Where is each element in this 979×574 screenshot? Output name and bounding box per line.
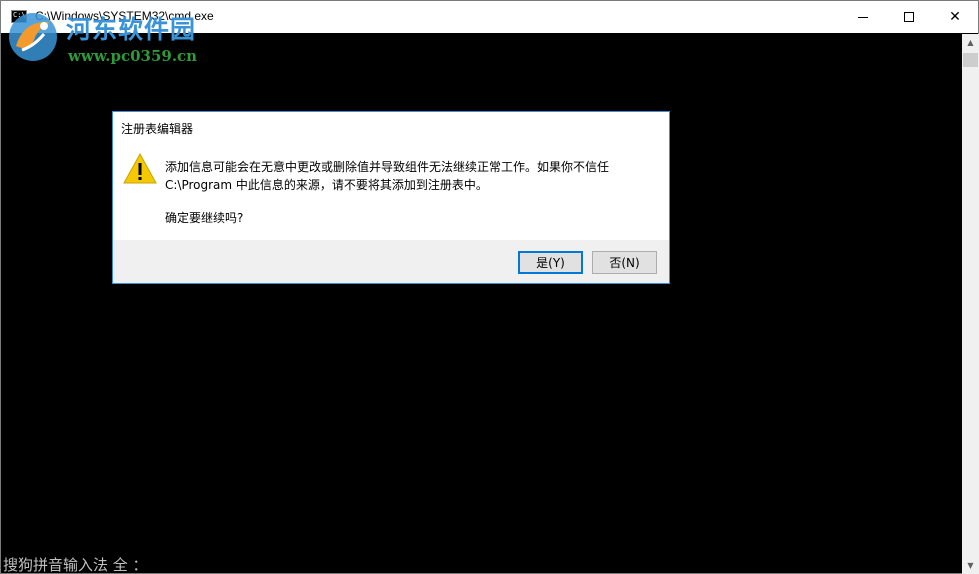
- dialog-message-line1: 添加信息可能会在无意中更改或删除值并导致组件无法继续正常工作。如果你不信任: [165, 160, 610, 174]
- minimize-icon: [858, 16, 868, 18]
- dialog-message-line2: C:\Program 中此信息的来源，请不要将其添加到注册表中。: [165, 178, 488, 192]
- cmd-window: C:\Windows\SYSTEM32\cmd.exe ✕ ▲ ▼ 搜狗拼音输入…: [0, 0, 979, 574]
- yes-button[interactable]: 是(Y): [518, 251, 583, 274]
- scroll-up-icon[interactable]: ▲: [962, 34, 979, 51]
- vertical-scrollbar[interactable]: ▲ ▼: [962, 34, 979, 574]
- scroll-down-icon[interactable]: ▼: [962, 557, 979, 574]
- close-button[interactable]: ✕: [932, 1, 978, 33]
- maximize-button[interactable]: [886, 1, 932, 33]
- maximize-icon: [904, 12, 914, 22]
- warning-icon: [123, 152, 157, 184]
- dialog-question: 确定要继续吗?: [165, 211, 244, 225]
- registry-editor-dialog: 注册表编辑器 添加信息可能会在无意中更改或删除值并导致组件无法继续正常工作。如果…: [112, 111, 670, 284]
- ime-status-text: 搜狗拼音输入法 全 ：: [3, 556, 148, 574]
- no-button[interactable]: 否(N): [592, 251, 657, 274]
- dialog-title: 注册表编辑器: [121, 122, 194, 136]
- watermark-name: 河东软件园: [66, 15, 197, 44]
- minimize-button[interactable]: [840, 1, 886, 33]
- scroll-thumb[interactable]: [963, 53, 978, 67]
- close-icon: ✕: [949, 9, 961, 25]
- watermark-url: www.pc0359.cn: [68, 47, 198, 65]
- dialog-button-bar: 是(Y) 否(N): [113, 240, 669, 283]
- watermark-logo-icon: [9, 13, 57, 61]
